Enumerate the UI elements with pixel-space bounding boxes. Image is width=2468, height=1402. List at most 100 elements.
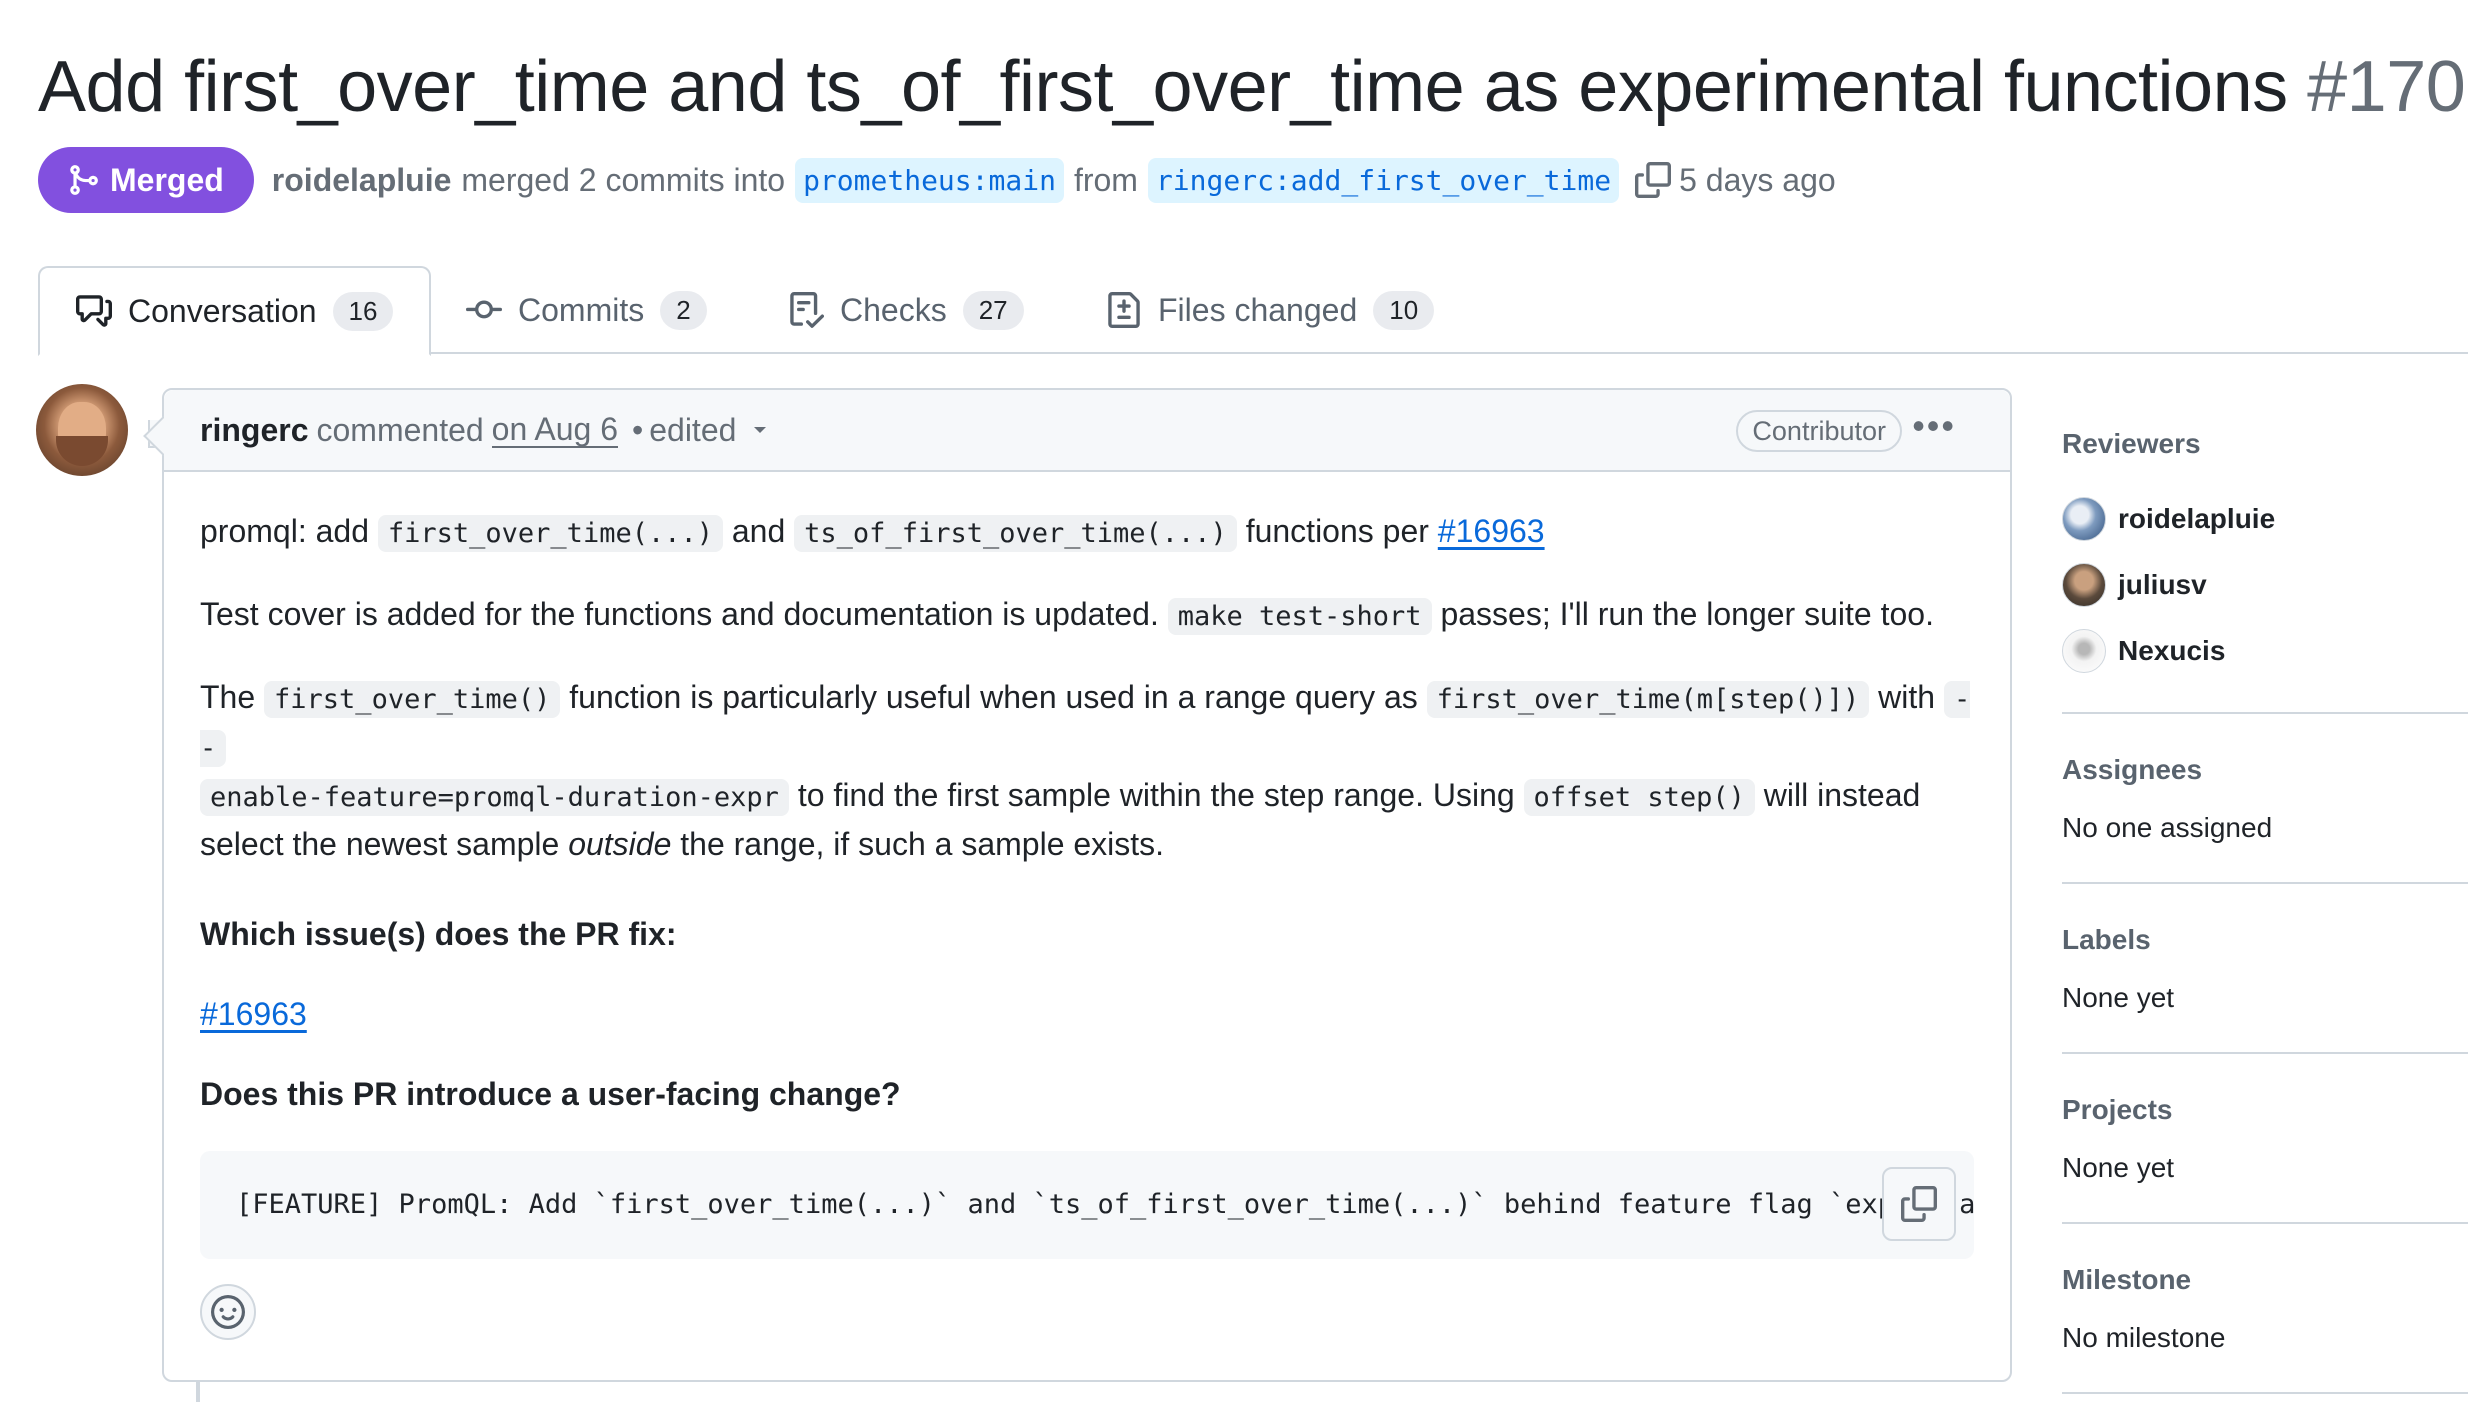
git-merge-icon (70, 165, 98, 195)
assignees-title[interactable]: Assignees (2062, 754, 2468, 786)
inline-code: offset step() (1523, 779, 1755, 816)
timeline-line (196, 1382, 200, 1402)
tab-commits-count: 2 (660, 290, 707, 330)
pr-meta: Merged roidelapluie merged 2 commits int… (38, 147, 1836, 213)
pr-sidebar: Reviewers roidelapluie juliusv Nexucis A… (2062, 388, 2468, 1394)
contributor-badge: Contributor (1736, 410, 1902, 452)
labels-section: Labels None yet (2062, 884, 2468, 1054)
separator-dot: • (632, 411, 644, 448)
avatar (2062, 629, 2106, 673)
inline-code: make test-short (1167, 598, 1432, 635)
pr-title-text: Add first_over_time and ts_of_first_over… (38, 47, 2288, 127)
triangle-down-icon (754, 427, 767, 433)
labels-value: None yet (2062, 982, 2175, 1013)
tab-files-changed-count: 10 (1373, 290, 1435, 330)
comment-discussion-icon (76, 295, 112, 327)
add-reaction-button[interactable] (200, 1284, 256, 1340)
comment-box: ringerc commented on Aug 6 • edited Cont… (143, 388, 2012, 1382)
reviewer-item[interactable]: Nexucis (2062, 618, 2468, 684)
heading-fix: Which issue(s) does the PR fix: (200, 916, 677, 952)
text: function is particularly useful when use… (569, 679, 1418, 715)
inline-code: first_over_time() (264, 681, 561, 718)
tab-commits-label: Commits (518, 291, 645, 328)
fix-issue-link[interactable]: #16963 (200, 996, 307, 1032)
tab-checks-count: 27 (962, 290, 1024, 330)
smiley-icon (211, 1295, 245, 1329)
assignees-section: Assignees No one assigned (2062, 714, 2468, 884)
copy-icon[interactable] (1635, 162, 1672, 198)
inline-code: enable-feature=promql-duration-expr (200, 779, 789, 816)
inline-code: ts_of_first_over_time(...) (794, 515, 1237, 552)
merged-label: Merged (110, 161, 224, 198)
projects-section: Projects None yet (2062, 1054, 2468, 1224)
comment-date[interactable]: on Aug 6 (491, 412, 619, 448)
kebab-horizontal-icon[interactable]: ••• (1912, 408, 1956, 444)
reviewers-title[interactable]: Reviewers (2062, 428, 2468, 460)
pr-title: Add first_over_time and ts_of_first_over… (38, 46, 2468, 128)
tab-files-changed-label: Files changed (1158, 291, 1358, 328)
merge-time: 5 days ago (1679, 161, 1836, 198)
pr-tabs: Conversation 16 Commits 2 Checks 27 File… (38, 266, 2468, 356)
copy-button[interactable] (1882, 1167, 1956, 1241)
fix-paragraph: #16963 (200, 991, 1974, 1037)
copy-icon (1901, 1186, 1937, 1222)
milestone-title[interactable]: Milestone (2062, 1264, 2468, 1296)
text: functions per (1245, 513, 1429, 549)
text: Test cover is added for the functions an… (200, 596, 1159, 632)
tab-files-changed[interactable]: Files changed 10 (1070, 266, 1470, 354)
comment-author[interactable]: ringerc (200, 412, 308, 449)
release-note-text: [FEATURE] PromQL: Add `first_over_time(.… (236, 1189, 1974, 1220)
avatar (2062, 497, 2106, 541)
checklist-icon (790, 292, 824, 328)
reviewers-section: Reviewers roidelapluie juliusv Nexucis (2062, 388, 2468, 714)
pr-number: #17021 (2307, 47, 2468, 127)
heading-user-facing: Does this PR introduce a user-facing cha… (200, 1076, 901, 1112)
edited-label: edited (649, 411, 737, 448)
merger-link[interactable]: roidelapluie (272, 162, 452, 199)
emphasis: outside (568, 826, 672, 862)
tab-checks-label: Checks (840, 291, 947, 328)
text: the range, if such a sample exists. (680, 826, 1165, 862)
milestone-value: No milestone (2062, 1322, 2226, 1353)
release-note-code-block[interactable]: [FEATURE] PromQL: Add `first_over_time(.… (200, 1151, 1974, 1259)
tab-commits[interactable]: Commits 2 (430, 266, 743, 354)
issue-link[interactable]: #16963 (1438, 513, 1545, 549)
reviewer-item[interactable]: roidelapluie (2062, 486, 2468, 552)
git-commit-icon (466, 300, 502, 319)
inline-code: first_over_time(m[step()]) (1426, 681, 1870, 718)
reviewer-name: Nexucis (2118, 635, 2226, 666)
tab-conversation-count: 16 (332, 291, 394, 331)
file-diff-icon (1108, 292, 1140, 328)
comment-body: promql: add first_over_time(...) and ts_… (164, 472, 2010, 1259)
labels-title[interactable]: Labels (2062, 924, 2468, 956)
text: passes; I'll run the longer suite too. (1440, 596, 1934, 632)
comment-header: ringerc commented on Aug 6 • edited Cont… (164, 390, 2010, 472)
merged-state-badge: Merged (38, 147, 254, 213)
projects-value: None yet (2062, 1152, 2175, 1183)
head-branch[interactable]: ringerc:add_first_over_time (1147, 157, 1620, 203)
avatar (2062, 563, 2106, 607)
edited-dropdown[interactable]: edited (649, 412, 768, 449)
projects-title[interactable]: Projects (2062, 1094, 2468, 1126)
reviewer-item[interactable]: juliusv (2062, 552, 2468, 618)
text: and (731, 513, 786, 549)
from-text: from (1073, 161, 1138, 198)
comment-author-avatar[interactable] (36, 384, 128, 476)
paragraph-2: Test cover is added for the functions an… (200, 591, 1974, 640)
text: to find the first sample within the step… (797, 777, 1515, 813)
base-branch[interactable]: prometheus:main (795, 157, 1064, 203)
tab-conversation-label: Conversation (128, 292, 317, 329)
text: promql: add (200, 513, 369, 549)
text: The (200, 679, 256, 715)
comment-action: commented (316, 411, 484, 448)
text: with (1878, 679, 1936, 715)
inline-code: first_over_time(...) (377, 515, 723, 552)
reviewer-name: roidelapluie (2118, 503, 2276, 534)
tab-checks[interactable]: Checks 27 (752, 266, 1060, 354)
reviewer-name: juliusv (2118, 569, 2207, 600)
assignees-value: No one assigned (2062, 812, 2273, 843)
merge-text: merged 2 commits into (461, 161, 786, 198)
milestone-section: Milestone No milestone (2062, 1224, 2468, 1394)
tab-conversation[interactable]: Conversation 16 (38, 266, 432, 356)
paragraph-1: promql: add first_over_time(...) and ts_… (200, 508, 1974, 557)
